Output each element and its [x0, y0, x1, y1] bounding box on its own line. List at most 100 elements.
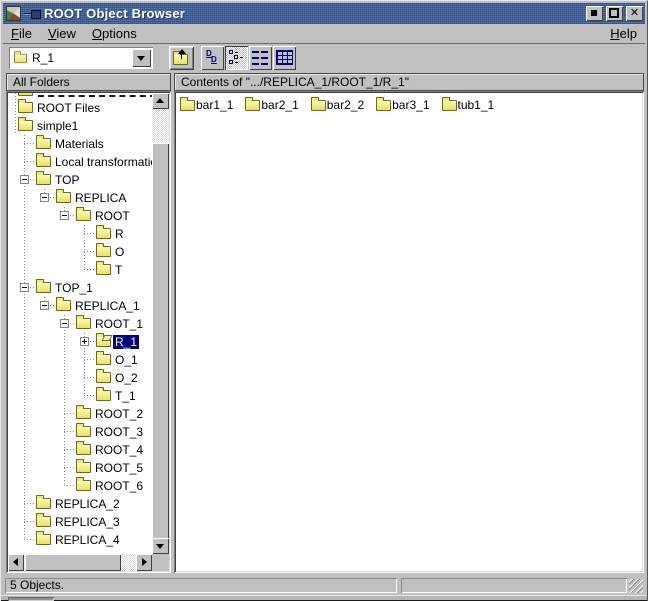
list-button[interactable] — [249, 46, 272, 70]
tree-item-root-4[interactable]: ROOT_4 — [93, 443, 145, 457]
tree-guide-line — [84, 243, 85, 261]
tree-row[interactable]: TOP — [8, 171, 152, 189]
tree-item-root-files[interactable]: ROOT Files — [35, 101, 102, 115]
tree-item-top[interactable]: TOP — [53, 173, 81, 187]
menu-options[interactable]: Options — [84, 24, 145, 43]
root-object-browser-window: ROOT Object Browser ✕ FileViewOptions He… — [0, 0, 648, 601]
tree-row[interactable]: T_1 — [8, 387, 152, 405]
scroll-down-button[interactable] — [152, 538, 169, 554]
tree-row[interactable]: ROOT_2 — [8, 405, 152, 423]
maximize-button[interactable] — [606, 6, 623, 21]
vertical-scrollbar[interactable] — [152, 93, 169, 554]
tree-guide-line — [64, 333, 65, 351]
tree-item-top-1[interactable]: TOP_1 — [53, 281, 95, 295]
content-item-bar1_1[interactable]: bar1_1 — [180, 98, 233, 112]
tree-item-replica-4[interactable]: REPLICA_4 — [53, 533, 122, 547]
tree-row[interactable]: REPLICA — [8, 189, 152, 207]
tree-row[interactable]: REPLICA_1 — [8, 297, 152, 315]
details-button[interactable] — [273, 46, 296, 70]
close-button[interactable]: ✕ — [626, 6, 643, 21]
tree-row[interactable]: TOP_1 — [8, 279, 152, 297]
menu-view[interactable]: View — [40, 24, 84, 43]
scroll-left-button[interactable] — [8, 554, 24, 571]
tree-item-replica-3[interactable]: REPLICA_3 — [53, 515, 122, 529]
tree-item-r-1[interactable]: R_1 — [113, 335, 139, 349]
tree-expand-plus-icon[interactable] — [80, 337, 89, 346]
menu-file[interactable]: File — [3, 24, 40, 43]
content-item-bar2_1[interactable]: bar2_1 — [245, 98, 298, 112]
tree-row[interactable]: ROOT_3 — [8, 423, 152, 441]
large-icons-button[interactable]: DD — [201, 46, 224, 70]
tree-row[interactable]: Local transformations — [8, 153, 152, 171]
tree-expand-minus-icon[interactable] — [60, 211, 69, 220]
tree-item-t[interactable]: T — [113, 263, 124, 277]
tree-connector-line — [84, 377, 96, 378]
tree-expand-minus-icon[interactable] — [60, 319, 69, 328]
menu-help[interactable]: Help — [602, 24, 645, 43]
tree-row[interactable]: Materials — [8, 135, 152, 153]
content-item-bar3_1[interactable]: bar3_1 — [376, 98, 429, 112]
tree-item-root-6[interactable]: ROOT_6 — [93, 479, 145, 493]
tree-item-replica[interactable]: REPLICA — [73, 191, 128, 205]
tree-item-r[interactable]: R — [113, 227, 126, 241]
tree-guide-line — [84, 369, 85, 387]
scroll-right-button[interactable] — [136, 554, 152, 571]
tree-row[interactable]: R_1 — [8, 333, 152, 351]
content-item-bar2_2[interactable]: bar2_2 — [311, 98, 364, 112]
tree-row[interactable]: ROOT — [8, 207, 152, 225]
tree-item-t-1[interactable]: T_1 — [113, 389, 138, 403]
minimize-button[interactable] — [586, 6, 603, 21]
tree-item-replica-1[interactable]: REPLICA_1 — [73, 299, 142, 313]
tree-item-o[interactable]: O — [113, 245, 126, 259]
path-combobox[interactable]: R_1 — [9, 47, 153, 69]
small-icons-button[interactable] — [225, 46, 248, 70]
tree-row[interactable]: REPLICA_3 — [8, 513, 152, 531]
vertical-scroll-thumb[interactable] — [152, 143, 169, 540]
tree-item-root[interactable]: ROOT — [93, 209, 132, 223]
tree-item-root-1[interactable]: ROOT_1 — [93, 317, 145, 331]
tree-item-o-1[interactable]: O_1 — [113, 353, 140, 367]
tree-row[interactable]: O — [8, 243, 152, 261]
folder-icon — [36, 138, 51, 149]
tree-row[interactable]: ROOT_4 — [8, 441, 152, 459]
tree-item-simple1[interactable]: simple1 — [35, 119, 80, 133]
pin-icon[interactable] — [24, 9, 40, 18]
horizontal-scrollbar[interactable] — [8, 554, 152, 571]
tree-row[interactable]: ROOT_6 — [8, 477, 152, 495]
folder-icon — [18, 102, 33, 113]
tree-row[interactable]: ROOT_5 — [8, 459, 152, 477]
tree-expand-minus-icon[interactable] — [20, 175, 29, 184]
tree-row[interactable]: ROOT Files — [8, 99, 152, 117]
tree-item-materials[interactable]: Materials — [53, 137, 106, 151]
tree-item-replica-2[interactable]: REPLICA_2 — [53, 497, 122, 511]
horizontal-scroll-thumb[interactable] — [25, 554, 121, 571]
tree-item-root-5[interactable]: ROOT_5 — [93, 461, 145, 475]
tree-row[interactable]: R — [8, 225, 152, 243]
resize-grip-icon[interactable] — [629, 579, 643, 593]
tree-row[interactable]: simple1 — [8, 117, 152, 135]
arrow-up-icon — [156, 98, 164, 103]
folder-icon — [36, 174, 51, 185]
tree-item-o-2[interactable]: O_2 — [113, 371, 140, 385]
tree-item-root-2[interactable]: ROOT_2 — [93, 407, 145, 421]
tree-row[interactable]: REPLICA_2 — [8, 495, 152, 513]
tree-item-local-transformations[interactable]: Local transformations — [53, 155, 152, 169]
tree-guide-line — [24, 369, 25, 387]
combobox-dropdown-button[interactable] — [132, 49, 151, 67]
tree-row[interactable]: ROOT_1 — [8, 315, 152, 333]
tree-row[interactable]: O_2 — [8, 369, 152, 387]
tree-expand-minus-icon[interactable] — [40, 193, 49, 202]
tree-guide-line — [24, 225, 25, 243]
tree-item-root-3[interactable]: ROOT_3 — [93, 425, 145, 439]
scroll-up-button[interactable] — [152, 93, 169, 109]
tree-expand-minus-icon[interactable] — [40, 301, 49, 310]
tree-row[interactable]: O_1 — [8, 351, 152, 369]
tree-row[interactable]: REPLICA_4 — [8, 531, 152, 549]
up-one-level-button[interactable] — [169, 46, 194, 70]
tree-expand-minus-icon[interactable] — [20, 283, 29, 292]
content-item-tub1_1[interactable]: tub1_1 — [442, 98, 495, 112]
window-bottom-border — [1, 595, 647, 601]
tree-row[interactable]: T — [8, 261, 152, 279]
scrollbar-corner — [152, 554, 169, 571]
tree-guide-line — [24, 351, 25, 369]
